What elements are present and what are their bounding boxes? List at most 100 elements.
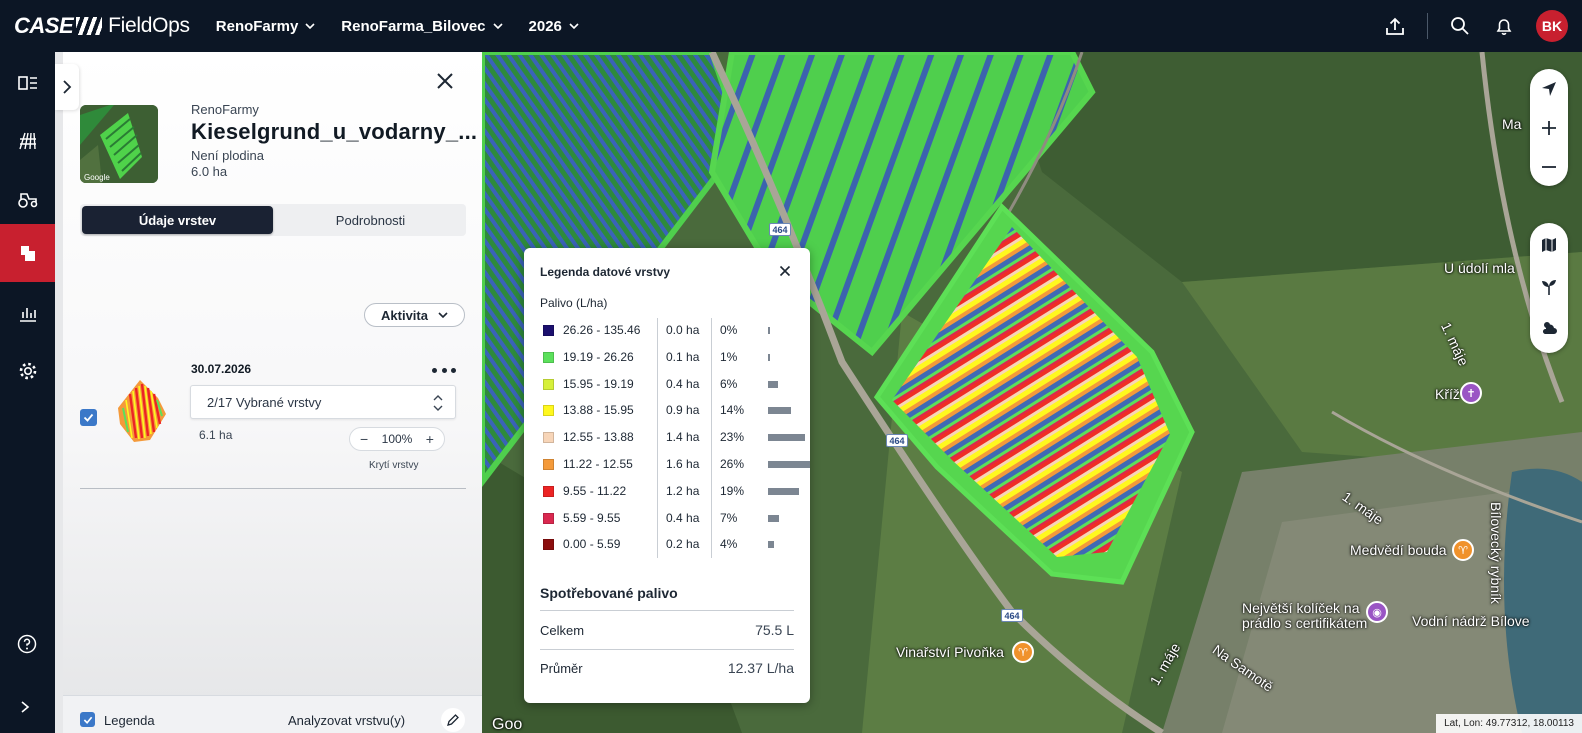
opacity-increase-button[interactable]: + <box>426 431 434 447</box>
legend-rows: 26.26 - 135.46 0.0 ha 0% 19.19 - 26.26 0.1 h… <box>540 318 810 559</box>
locate-button[interactable] <box>1530 69 1568 108</box>
winery-poi-icon[interactable]: ♈ <box>1012 641 1034 663</box>
map-label: Kříž <box>1435 386 1460 402</box>
organization-dropdown[interactable]: RenoFarmy <box>216 18 316 35</box>
legend-area: 1.2 ha <box>666 483 700 498</box>
map-label: Medvědí bouda <box>1350 542 1447 558</box>
chevron-down-icon <box>305 23 315 30</box>
data-layer-legend: Legenda datové vrstvy Palivo (L/ha) 26.2… <box>524 248 810 703</box>
legend-share-bar <box>768 380 778 388</box>
legend-area: 0.2 ha <box>666 537 700 552</box>
edit-button[interactable] <box>441 708 465 732</box>
legend-swatch <box>543 458 554 470</box>
map-type-button[interactable] <box>1530 223 1568 267</box>
legend-title: Legenda datové vrstvy <box>540 265 671 279</box>
legend-share-bar <box>768 487 799 495</box>
legend-row: 19.19 - 26.26 0.1 ha 1% <box>540 345 798 372</box>
legend-row: 13.88 - 15.95 0.9 ha 14% <box>540 398 798 425</box>
layer-checkbox[interactable] <box>80 409 97 426</box>
rail-fields[interactable] <box>0 112 55 170</box>
brand-app-text: FieldOps <box>108 14 190 37</box>
legend-row: 9.55 - 11.22 1.2 ha 19% <box>540 479 799 506</box>
zoom-in-button[interactable] <box>1530 108 1568 147</box>
cross-poi-icon[interactable]: ✝ <box>1460 382 1482 404</box>
legend-share-bar <box>768 514 779 522</box>
gear-icon <box>19 362 36 380</box>
close-icon[interactable] <box>779 265 791 277</box>
food-poi-icon[interactable]: ♈ <box>1452 539 1474 561</box>
pencil-icon <box>447 714 459 726</box>
upload-icon[interactable] <box>1383 14 1407 38</box>
legend-range: 19.19 - 26.26 <box>563 349 634 364</box>
checkmark-icon <box>83 413 94 422</box>
legend-percent: 19% <box>720 483 745 498</box>
map-icon <box>1542 238 1556 252</box>
legend-range: 9.55 - 11.22 <box>563 483 627 498</box>
rail-dashboard[interactable] <box>0 54 55 112</box>
farm-dropdown[interactable]: RenoFarma_Bilovec <box>341 17 503 35</box>
legend-range: 12.55 - 13.88 <box>563 430 634 445</box>
dashboard-icon <box>17 76 37 90</box>
search-icon[interactable] <box>1448 14 1472 38</box>
tab-layer-data[interactable]: Údaje vrstev <box>82 206 273 234</box>
user-avatar[interactable]: BK <box>1536 10 1568 42</box>
legend-area: 0.4 ha <box>666 376 700 391</box>
layer-thumbnail <box>118 380 166 442</box>
analyze-layer-link[interactable]: Analyzovat vrstvu(y) <box>288 713 405 728</box>
road-number-badge: 464 <box>769 223 791 236</box>
legend-share-bar <box>768 353 770 361</box>
legend-range: 26.26 - 135.46 <box>563 323 641 337</box>
legend-swatch <box>543 325 554 336</box>
opacity-label: Krytí vrstvy <box>369 460 419 471</box>
legend-swatch <box>543 485 554 497</box>
legend-share-bar <box>768 327 770 334</box>
opacity-decrease-button[interactable]: − <box>360 431 368 447</box>
top-bar: CASE FieldOps RenoFarmy RenoFarma_Bilove… <box>0 0 1582 52</box>
weather-layer-button[interactable] <box>1530 307 1568 347</box>
crop-layer-button[interactable] <box>1530 267 1568 307</box>
more-options-icon[interactable] <box>432 368 456 374</box>
brand-stripes-icon <box>76 17 103 35</box>
minus-icon <box>1542 165 1556 168</box>
collapse-panel-button[interactable] <box>55 64 79 110</box>
brand-logo[interactable]: CASE FieldOps <box>14 0 190 52</box>
legend-range: 15.95 - 19.19 <box>563 376 634 391</box>
legend-percent: 1% <box>720 349 738 364</box>
farm-label: RenoFarma_Bilovec <box>341 17 486 35</box>
map-label: Bílovecký rybník <box>1488 502 1504 604</box>
zoom-out-button[interactable] <box>1530 147 1568 186</box>
tractor-icon <box>17 193 37 208</box>
panel-tabs: Údaje vrstev Podrobnosti <box>80 204 466 236</box>
map-label: Vinařství Pivoňka <box>896 644 1004 660</box>
legend-toggle-checkbox[interactable] <box>80 712 95 727</box>
attraction-poi-icon[interactable]: ◉ <box>1366 601 1388 623</box>
help-icon[interactable] <box>17 634 37 654</box>
top-separator <box>1427 13 1428 39</box>
opacity-value: 100% <box>381 432 413 446</box>
legend-swatch <box>543 351 554 363</box>
bell-icon[interactable] <box>1492 14 1516 38</box>
chevron-right-icon[interactable] <box>18 700 32 714</box>
total-value: 75.5 L <box>755 622 794 638</box>
navigation-arrow-icon <box>1542 81 1556 96</box>
legend-area: 1.4 ha <box>666 430 700 445</box>
rail-layers[interactable] <box>0 224 55 282</box>
year-dropdown[interactable]: 2026 <box>529 18 579 35</box>
rail-machines[interactable] <box>0 170 55 228</box>
field-name: Kieselgrund_u_vodarny_... <box>191 119 478 144</box>
panel-divider <box>80 488 466 489</box>
plus-icon <box>1542 120 1556 135</box>
layer-selector[interactable]: 2/17 Vybrané vrstvy <box>190 385 456 419</box>
layer-area: 6.1 ha <box>199 428 233 442</box>
tab-details[interactable]: Podrobnosti <box>275 204 466 236</box>
legend-range: 5.59 - 9.55 <box>563 510 621 525</box>
rail-reports[interactable] <box>0 284 55 342</box>
legend-range: 13.88 - 15.95 <box>563 403 634 418</box>
activity-filter-button[interactable]: Aktivita <box>364 303 465 327</box>
rail-settings[interactable] <box>0 342 55 400</box>
consumed-fuel-title: Spotřebované palivo <box>540 585 678 601</box>
close-icon[interactable] <box>433 69 457 93</box>
layer-selector-value: 2/17 Vybrané vrstvy <box>207 394 322 410</box>
legend-percent: 23% <box>720 430 745 445</box>
average-value: 12.37 L/ha <box>727 660 794 676</box>
